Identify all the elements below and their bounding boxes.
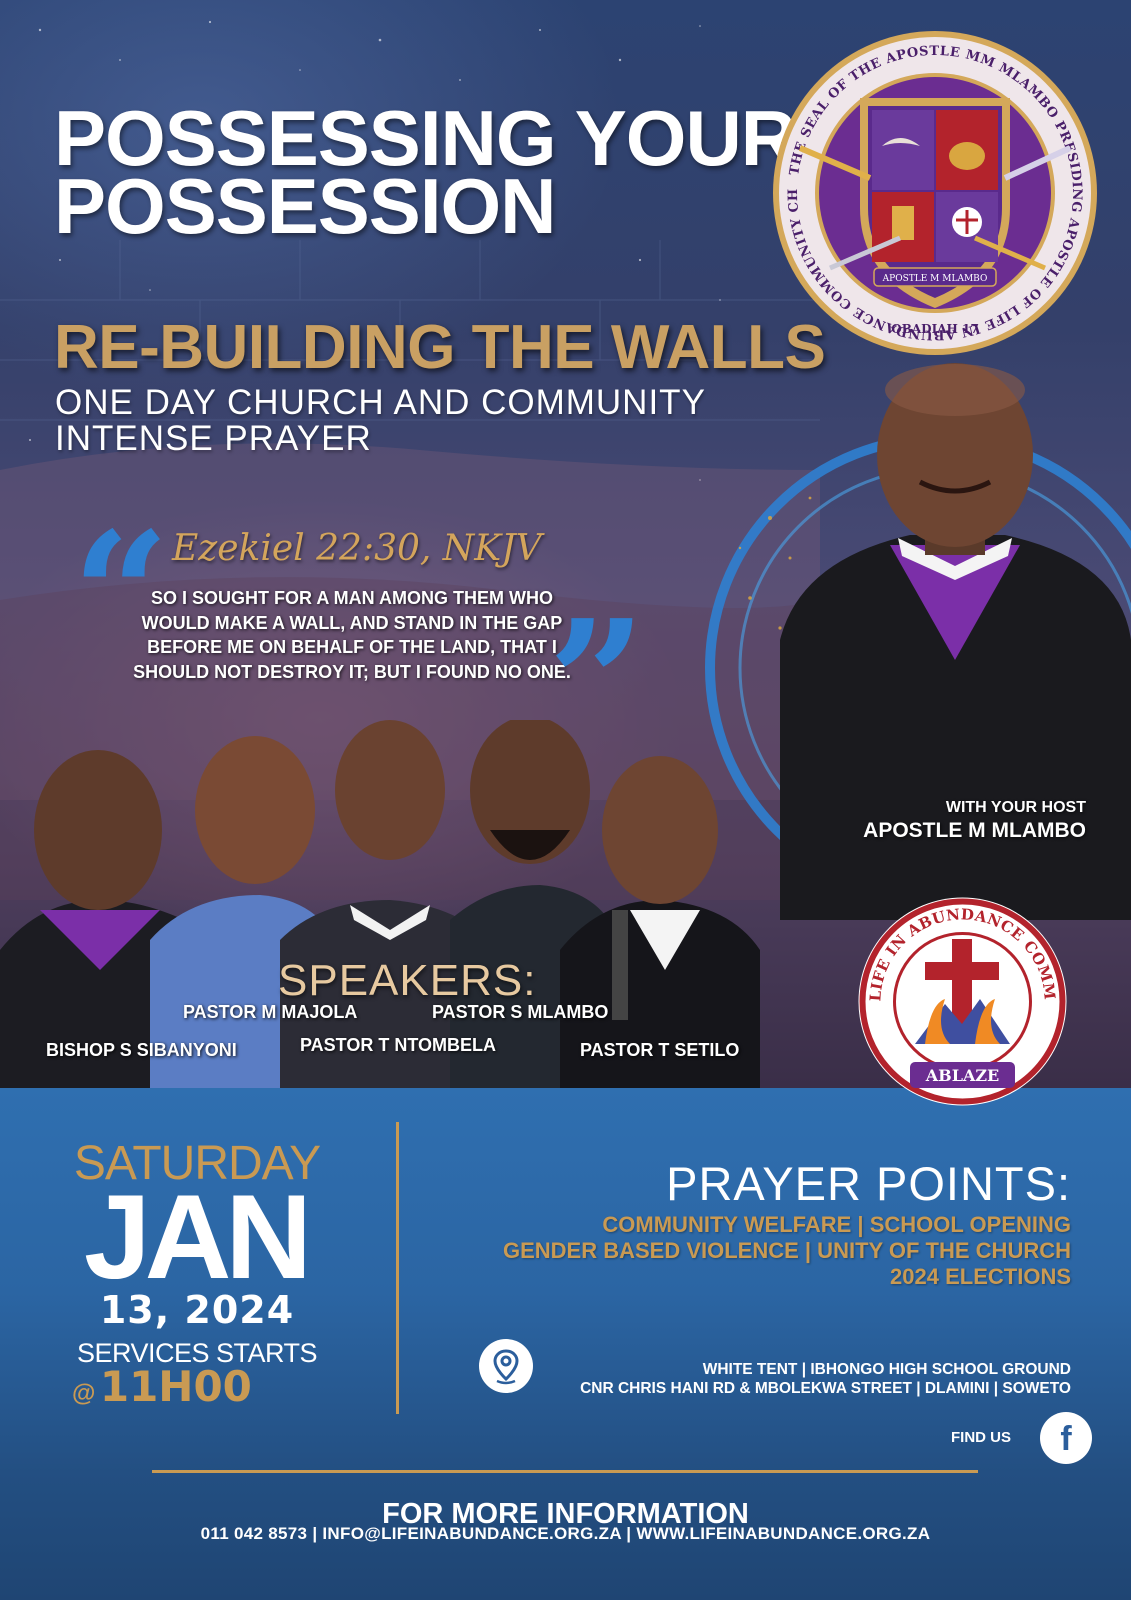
scripture-reference: Ezekiel 22:30, NKJV xyxy=(172,528,542,569)
event-date: 13, 2024 xyxy=(99,1288,295,1332)
host-caption: WITH YOUR HOST xyxy=(945,799,1086,816)
apostle-seal-logo: THE SEAL OF THE APOSTLE MM MLAMBO PRESID… xyxy=(770,28,1097,355)
title-line-2: POSSESSION xyxy=(54,162,557,250)
speakers-portraits xyxy=(0,720,760,1088)
prayer-point-line: 2024 ELECTIONS xyxy=(890,1264,1071,1289)
event-title: POSSESSING YOUR POSSESSION xyxy=(54,99,797,250)
horizontal-divider xyxy=(152,1470,978,1473)
speaker-name: PASTOR S MLAMBO xyxy=(432,1002,609,1022)
service-time: @ 11H00 xyxy=(72,1362,252,1411)
contact-details: 011 042 8573 | INFO@LIFEINABUNDANCE.ORG.… xyxy=(200,1524,931,1543)
prayer-points-heading: PRAYER POINTS: xyxy=(666,1157,1071,1210)
event-subtitle: RE-BUILDING THE WALLS xyxy=(54,313,826,382)
event-tagline: ONE DAY CHURCH AND COMMUNITY INTENSE PRA… xyxy=(55,385,706,457)
tagline-line-1: ONE DAY CHURCH AND COMMUNITY xyxy=(55,383,706,422)
service-time-value: 11H00 xyxy=(99,1362,252,1411)
event-poster: POSSESSING YOUR POSSESSION RE-BUILDING T… xyxy=(0,0,1131,1600)
facebook-icon[interactable]: f xyxy=(1040,1412,1092,1464)
host-name: APOSTLE M MLAMBO xyxy=(863,819,1086,842)
venue-line-1: WHITE TENT | IBHONGO HIGH SCHOOL GROUND xyxy=(702,1361,1071,1378)
speakers-heading: SPEAKERS: xyxy=(278,956,537,1005)
church-logo: LIFE IN ABUNDANCE COMMUNITY CHURCH ABLAZ… xyxy=(855,894,1067,1106)
event-month: JAN xyxy=(83,1170,312,1304)
vertical-divider xyxy=(396,1122,399,1414)
scripture-text: SO I SOUGHT FOR A MAN AMONG THEM WHO WOU… xyxy=(112,586,592,684)
speaker-name: PASTOR T NTOMBELA xyxy=(300,1035,497,1055)
church-logo-banner: ABLAZE xyxy=(925,1066,999,1085)
prayer-point-line: GENDER BASED VIOLENCE | UNITY OF THE CHU… xyxy=(502,1238,1071,1263)
scripture-line: SHOULD NOT DESTROY IT; BUT I FOUND NO ON… xyxy=(133,661,571,682)
speaker-name: PASTOR M MAJOLA xyxy=(183,1002,358,1022)
location-pin-icon[interactable] xyxy=(479,1339,533,1393)
find-us-label: FIND US xyxy=(951,1429,1011,1446)
scripture-line: SO I SOUGHT FOR A MAN AMONG THEM WHO xyxy=(151,588,553,608)
speaker-name: BISHOP S SIBANYONI xyxy=(46,1040,237,1060)
venue-line-2: CNR CHRIS HANI RD & MBOLEKWA STREET | DL… xyxy=(580,1380,1071,1397)
tagline-line-2: INTENSE PRAYER xyxy=(55,419,372,458)
location-pin-icon-glyph xyxy=(493,1349,519,1385)
scripture-line: WOULD MAKE A WALL, AND STAND IN THE GAP xyxy=(141,612,563,633)
speaker-name: PASTOR T SETILO xyxy=(580,1040,740,1060)
seal-bottom-text: OBADIAH 17 xyxy=(891,322,978,336)
scripture-line: BEFORE ME ON BEHALF OF THE LAND, THAT I xyxy=(147,637,557,657)
prayer-point-line: COMMUNITY WELFARE | SCHOOL OPENING xyxy=(602,1212,1071,1237)
host-label: WITH YOUR HOST APOSTLE M MLAMBO xyxy=(863,798,1086,844)
at-symbol: @ xyxy=(72,1380,96,1407)
seal-banner-text: APOSTLE M MLAMBO xyxy=(882,274,988,284)
